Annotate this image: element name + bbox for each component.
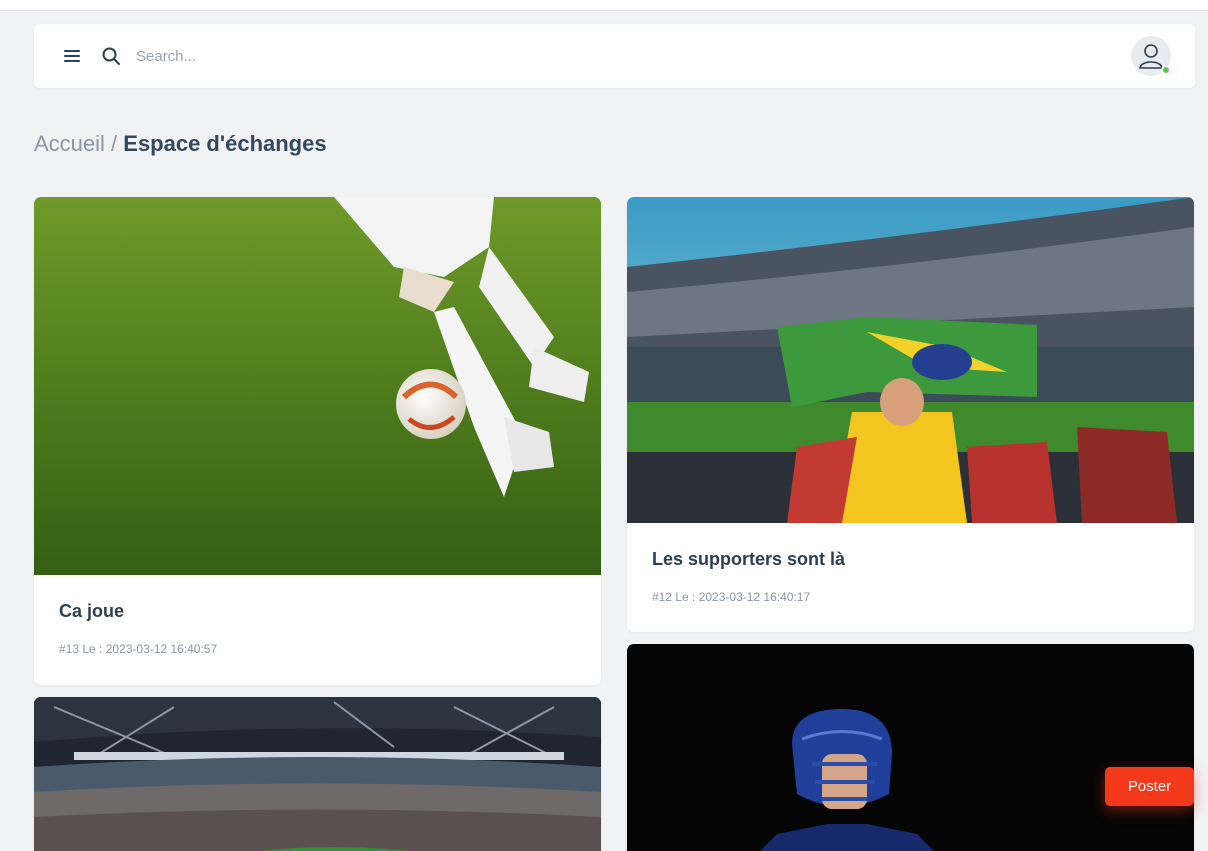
post-card[interactable]: Ca joue #13 Le : 2023-03-12 16:40:57 (34, 197, 601, 685)
search-input[interactable] (136, 42, 556, 70)
search-icon[interactable] (100, 45, 122, 67)
user-avatar[interactable] (1131, 36, 1171, 76)
post-card[interactable] (34, 697, 601, 851)
post-meta: #13 Le : 2023-03-12 16:40:57 (59, 642, 218, 656)
poster-button[interactable]: Poster (1105, 767, 1194, 806)
menu-icon[interactable] (62, 46, 84, 66)
post-meta: #12 Le : 2023-03-12 16:40:17 (652, 590, 811, 604)
breadcrumb-current: Espace d'échanges (123, 131, 327, 156)
post-title[interactable]: Les supporters sont là (652, 549, 845, 570)
post-card[interactable]: Les supporters sont là #12 Le : 2023-03-… (627, 197, 1194, 632)
american-football-player-helmet-photo[interactable] (627, 644, 1194, 851)
post-title[interactable]: Ca joue (59, 601, 124, 622)
soccer-player-kicking-ball-photo[interactable] (34, 197, 601, 575)
breadcrumb-separator: / (104, 131, 124, 156)
top-navbar (34, 24, 1195, 88)
user-icon (1139, 44, 1163, 69)
online-status-dot (1161, 65, 1171, 75)
post-card[interactable] (627, 644, 1194, 851)
stadium-fan-with-flag-photo[interactable] (627, 197, 1194, 523)
top-strip (0, 0, 1208, 11)
breadcrumb-home-link[interactable]: Accueil (34, 131, 105, 156)
stadium-at-night-photo[interactable] (34, 697, 601, 851)
breadcrumb: Accueil / Espace d'échanges (34, 131, 327, 157)
